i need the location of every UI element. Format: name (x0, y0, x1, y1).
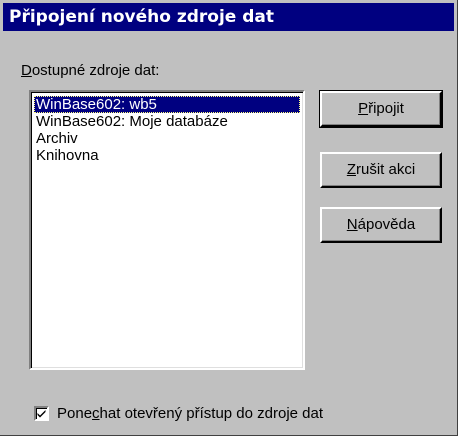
list-item[interactable]: WinBase602: wb5 (34, 96, 300, 113)
connect-data-source-dialog: Připojení nového zdroje dat Dostupné zdr… (0, 0, 458, 436)
cancel-label: rušit akci (355, 161, 416, 178)
checkmark-icon (37, 409, 46, 417)
help-mnemonic: N (346, 216, 358, 233)
list-item[interactable]: Archiv (34, 130, 300, 147)
keep-open-checkbox[interactable] (34, 405, 49, 421)
keep-open-label[interactable]: Ponechat otevřený přístup do zdroje dat (57, 405, 323, 422)
cancel-button[interactable]: Zrušit akci (320, 152, 442, 188)
connect-button[interactable]: Připojit (319, 90, 443, 128)
help-button[interactable]: Nápověda (320, 207, 442, 243)
list-item[interactable]: Knihovna (34, 147, 300, 164)
label-part: hat otevřený přístup do zdroje dat (99, 404, 324, 422)
available-sources-label: Dostupné zdroje dat: (21, 62, 159, 79)
list-item[interactable]: WinBase602: Moje databáze (34, 113, 300, 130)
label-part: Pone (57, 404, 93, 422)
connect-mnemonic: P (358, 100, 369, 117)
keep-open-option[interactable]: Ponechat otevřený přístup do zdroje dat (34, 403, 323, 423)
help-label: ápověda (357, 216, 416, 233)
cancel-mnemonic: Z (346, 161, 356, 178)
label-text: ostupné zdroje dat: (31, 62, 160, 79)
label-mnemonic: D (21, 62, 32, 79)
data-sources-listbox[interactable]: WinBase602: wb5 WinBase602: Moje databáz… (29, 90, 305, 370)
label-mnemonic: c (92, 404, 100, 422)
dialog-title: Připojení nového zdroje dat (3, 3, 454, 31)
connect-label: řipojit (368, 100, 404, 117)
